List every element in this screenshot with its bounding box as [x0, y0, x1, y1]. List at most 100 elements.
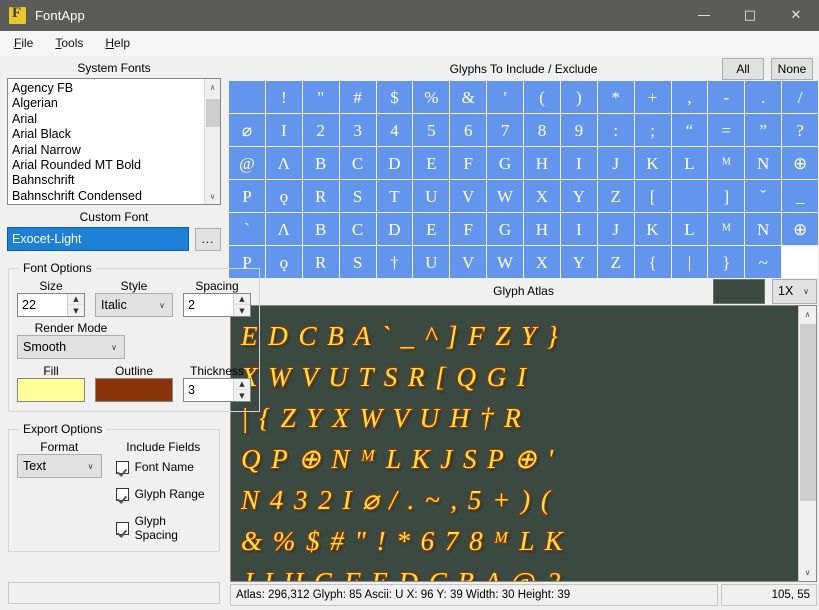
glyph-cell[interactable]: W [487, 246, 523, 279]
glyph-cell[interactable]: { [634, 246, 671, 279]
glyph-cell[interactable]: E [413, 213, 450, 246]
thickness-spin-down-icon[interactable]: ▼ [234, 390, 250, 401]
glyph-cell[interactable]: 4 [376, 114, 413, 147]
glyph-cell[interactable]: : [597, 114, 634, 147]
glyph-cell[interactable]: E [413, 147, 450, 180]
glyph-cell[interactable]: ǫ [265, 180, 302, 213]
list-item[interactable]: Agency FB [11, 81, 204, 96]
glyph-atlas-canvas[interactable]: E D C B A ` _ ^ ] F Z Y } X W V U T S R [… [231, 305, 798, 581]
thickness-stepper[interactable]: 3 ▲ ▼ [183, 378, 251, 402]
atlas-zoom-select[interactable]: 1X ∨ [772, 278, 817, 304]
glyph-cell[interactable]: S [339, 180, 376, 213]
list-item[interactable]: Bahnschrift [11, 173, 204, 188]
minimize-button[interactable]: — [681, 0, 727, 31]
glyph-cell[interactable] [229, 81, 265, 114]
size-value[interactable]: 22 [18, 294, 67, 316]
glyph-cell[interactable]: X [524, 246, 560, 279]
menu-help[interactable]: Help [102, 33, 141, 53]
select-all-button[interactable]: All [722, 57, 764, 80]
glyph-cell[interactable]: ? [782, 114, 818, 147]
list-item[interactable]: Arial Narrow [11, 143, 204, 158]
spacing-spin-down-icon[interactable]: ▼ [234, 305, 250, 316]
scroll-track[interactable] [205, 95, 221, 188]
glyph-cell[interactable]: ᴹ [708, 147, 745, 180]
glyph-cell[interactable]: * [597, 81, 634, 114]
glyph-cell[interactable] [671, 180, 708, 213]
glyph-cell[interactable]: _ [782, 180, 818, 213]
glyph-cell[interactable]: Λ [265, 213, 302, 246]
glyph-cell[interactable]: ` [229, 213, 265, 246]
glyph-cell[interactable]: 9 [560, 114, 597, 147]
glyph-cell[interactable]: N [745, 213, 782, 246]
glyph-cell[interactable]: ᴹ [708, 213, 745, 246]
thickness-spin-up-icon[interactable]: ▲ [234, 379, 250, 390]
glyph-cell[interactable]: ' [487, 81, 523, 114]
glyph-cell[interactable]: Λ [265, 147, 302, 180]
scroll-down-icon[interactable]: ∨ [799, 563, 817, 581]
glyph-cell[interactable]: @ [229, 147, 265, 180]
format-select[interactable]: Text ∨ [17, 454, 102, 478]
glyph-cell[interactable]: G [487, 213, 523, 246]
list-item[interactable]: Bahnschrift Condensed [11, 189, 204, 204]
glyph-cell[interactable]: D [376, 147, 413, 180]
list-item[interactable]: Algerian [11, 96, 204, 111]
glyph-cell[interactable]: ” [745, 114, 782, 147]
glyph-cell[interactable]: † [376, 246, 413, 279]
system-fonts-scrollbar[interactable]: ∧ ∨ [204, 79, 220, 204]
glyph-cell[interactable]: U [413, 246, 450, 279]
glyph-cell[interactable]: C [339, 213, 376, 246]
glyph-cell[interactable]: V [450, 246, 487, 279]
browse-font-button[interactable]: ... [195, 227, 221, 251]
glyph-cell[interactable]: I [265, 114, 302, 147]
checkmark-icon[interactable] [115, 460, 129, 474]
glyph-cell[interactable]: T [376, 180, 413, 213]
size-spin-up-icon[interactable]: ▲ [68, 294, 84, 305]
glyph-cell[interactable]: ˇ [745, 180, 782, 213]
glyph-cell[interactable]: I [560, 213, 597, 246]
glyph-cell[interactable]: / [782, 81, 818, 114]
checkmark-icon[interactable] [115, 487, 129, 501]
glyph-cell[interactable]: % [413, 81, 450, 114]
glyph-cell[interactable] [782, 246, 818, 279]
glyph-cell[interactable]: ~ [745, 246, 782, 279]
glyph-cell[interactable]: Z [597, 246, 634, 279]
glyph-cell[interactable]: 6 [450, 114, 487, 147]
glyph-cell[interactable]: " [302, 81, 339, 114]
glyph-cell[interactable]: + [634, 81, 671, 114]
glyph-cell[interactable]: V [450, 180, 487, 213]
glyph-cell[interactable]: , [671, 81, 708, 114]
glyph-cell[interactable]: = [708, 114, 745, 147]
glyph-cell[interactable]: C [339, 147, 376, 180]
glyph-cell[interactable]: ] [708, 180, 745, 213]
glyph-cell[interactable]: [ [634, 180, 671, 213]
glyph-cell[interactable]: J [597, 147, 634, 180]
glyph-cell[interactable]: 3 [339, 114, 376, 147]
glyph-cell[interactable]: K [634, 213, 671, 246]
glyph-cell[interactable]: R [302, 180, 339, 213]
list-item[interactable]: Arial Rounded MT Bold [11, 158, 204, 173]
glyph-cell[interactable]: Y [560, 246, 597, 279]
checkbox-glyph-spacing[interactable]: Glyph Spacing [115, 514, 211, 542]
glyph-cell[interactable]: # [339, 81, 376, 114]
glyph-cell[interactable]: | [671, 246, 708, 279]
glyph-cell[interactable]: B [302, 213, 339, 246]
glyph-cell[interactable]: L [671, 147, 708, 180]
glyph-cell[interactable]: ( [524, 81, 560, 114]
glyph-cell[interactable]: $ [376, 81, 413, 114]
size-spin-down-icon[interactable]: ▼ [68, 305, 84, 316]
custom-font-input[interactable]: Exocet-Light [7, 227, 189, 251]
glyph-cell[interactable]: . [745, 81, 782, 114]
glyph-cell[interactable]: H [524, 213, 560, 246]
thickness-value[interactable]: 3 [184, 379, 233, 401]
atlas-background-color-swatch[interactable] [713, 278, 765, 304]
glyph-cell[interactable]: } [708, 246, 745, 279]
glyph-cell[interactable]: F [450, 147, 487, 180]
scroll-down-icon[interactable]: ∨ [205, 188, 221, 204]
maximize-button[interactable]: □ [727, 0, 773, 31]
glyph-cell[interactable]: ) [560, 81, 597, 114]
glyph-cell[interactable]: P [229, 180, 265, 213]
glyph-cell[interactable]: ⊕ [782, 147, 818, 180]
glyph-cell[interactable]: L [671, 213, 708, 246]
menu-file[interactable]: File [11, 33, 44, 53]
glyph-cell[interactable]: ǫ [265, 246, 302, 279]
